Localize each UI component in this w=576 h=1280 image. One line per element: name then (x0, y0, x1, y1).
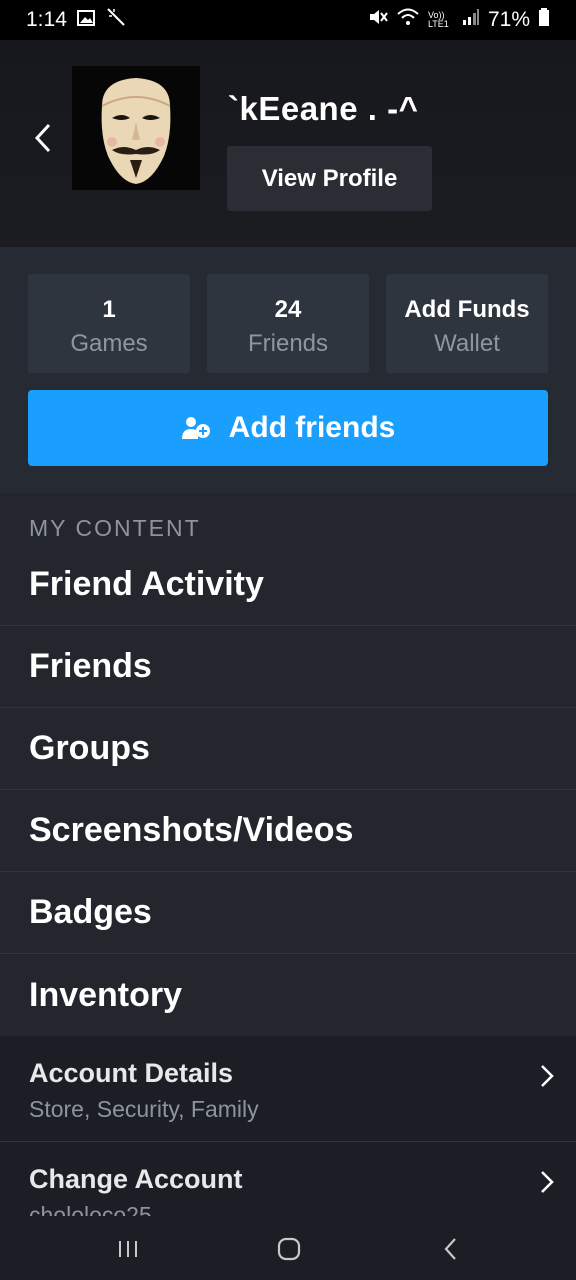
menu-item-screenshots-videos[interactable]: Screenshots/Videos (0, 790, 576, 872)
stat-games-label: Games (70, 330, 148, 357)
back-button[interactable] (26, 116, 60, 160)
menu-item-inventory[interactable]: Inventory (0, 954, 576, 1036)
mute-icon (368, 8, 388, 32)
add-friends-label: Add friends (228, 411, 396, 444)
change-account-subtitle: chololoco25 (29, 1202, 152, 1216)
stat-wallet-label: Wallet (434, 330, 500, 357)
add-person-icon (181, 417, 210, 439)
stat-games-value: 1 (102, 296, 116, 323)
stats-area: 1 Games 24 Friends Add Funds Wallet Add … (0, 247, 576, 493)
home-button[interactable] (269, 1232, 309, 1266)
battery-percent: 71% (487, 8, 530, 31)
change-account-row[interactable]: Change Account chololoco25 (0, 1142, 576, 1216)
status-bar: 1:14 Vo)) LTE1 71% (0, 0, 576, 40)
guy-fawkes-mask-avatar (72, 66, 200, 190)
profile-name: `kEeane . -^ (228, 90, 419, 127)
change-account-title: Change Account (29, 1164, 243, 1194)
chevron-left-icon (34, 123, 51, 153)
menu-item-label: Groups (29, 729, 150, 767)
account-section: Account Details Store, Security, Family … (0, 1036, 576, 1216)
view-profile-button[interactable]: View Profile (227, 146, 432, 211)
section-header: MY CONTENT (29, 515, 201, 541)
recents-icon (119, 1241, 137, 1257)
recents-button[interactable] (108, 1232, 148, 1266)
stat-wallet-value: Add Funds (404, 296, 530, 323)
wifi-icon (396, 8, 420, 32)
system-nav-bar (0, 1216, 576, 1280)
menu-item-label: Friends (29, 647, 152, 685)
status-time: 1:14 (26, 8, 67, 31)
menu-item-friends[interactable]: Friends (0, 626, 576, 708)
image-icon (76, 8, 95, 32)
avatar[interactable] (72, 66, 200, 190)
magic-wand-icon (105, 7, 127, 33)
profile-header: `kEeane . -^ View Profile (0, 40, 576, 247)
account-details-subtitle: Store, Security, Family (29, 1096, 259, 1122)
menu-item-groups[interactable]: Groups (0, 708, 576, 790)
menu-item-label: Friend Activity (29, 565, 264, 603)
my-content-section: MY CONTENT Friend Activity Friends Group… (0, 493, 576, 1036)
stat-games[interactable]: 1 Games (28, 274, 190, 373)
volte-icon: Vo)) LTE1 (427, 10, 449, 29)
signal-icon (462, 8, 480, 32)
back-icon (444, 1238, 456, 1260)
stat-friends-value: 24 (274, 296, 302, 323)
system-back-button[interactable] (431, 1232, 471, 1266)
menu-item-friend-activity[interactable]: Friend Activity (0, 544, 576, 626)
stat-wallet[interactable]: Add Funds Wallet (386, 274, 548, 373)
home-icon (277, 1237, 301, 1261)
stat-friends[interactable]: 24 Friends (207, 274, 369, 373)
chevron-right-icon (541, 1065, 554, 1087)
add-friends-button[interactable]: Add friends (28, 390, 548, 466)
battery-icon (538, 8, 550, 32)
account-details-row[interactable]: Account Details Store, Security, Family (0, 1036, 576, 1141)
menu-item-badges[interactable]: Badges (0, 872, 576, 954)
menu-item-label: Badges (29, 893, 152, 931)
stat-friends-label: Friends (247, 330, 329, 357)
steam-menu-screen: 1:14 Vo)) LTE1 71% `kEeane . -^ View Pro… (0, 0, 576, 1280)
account-details-title: Account Details (29, 1058, 234, 1088)
chevron-right-icon (541, 1171, 554, 1193)
menu-item-label: Inventory (29, 975, 183, 1014)
menu-item-label: Screenshots/Videos (29, 811, 354, 849)
